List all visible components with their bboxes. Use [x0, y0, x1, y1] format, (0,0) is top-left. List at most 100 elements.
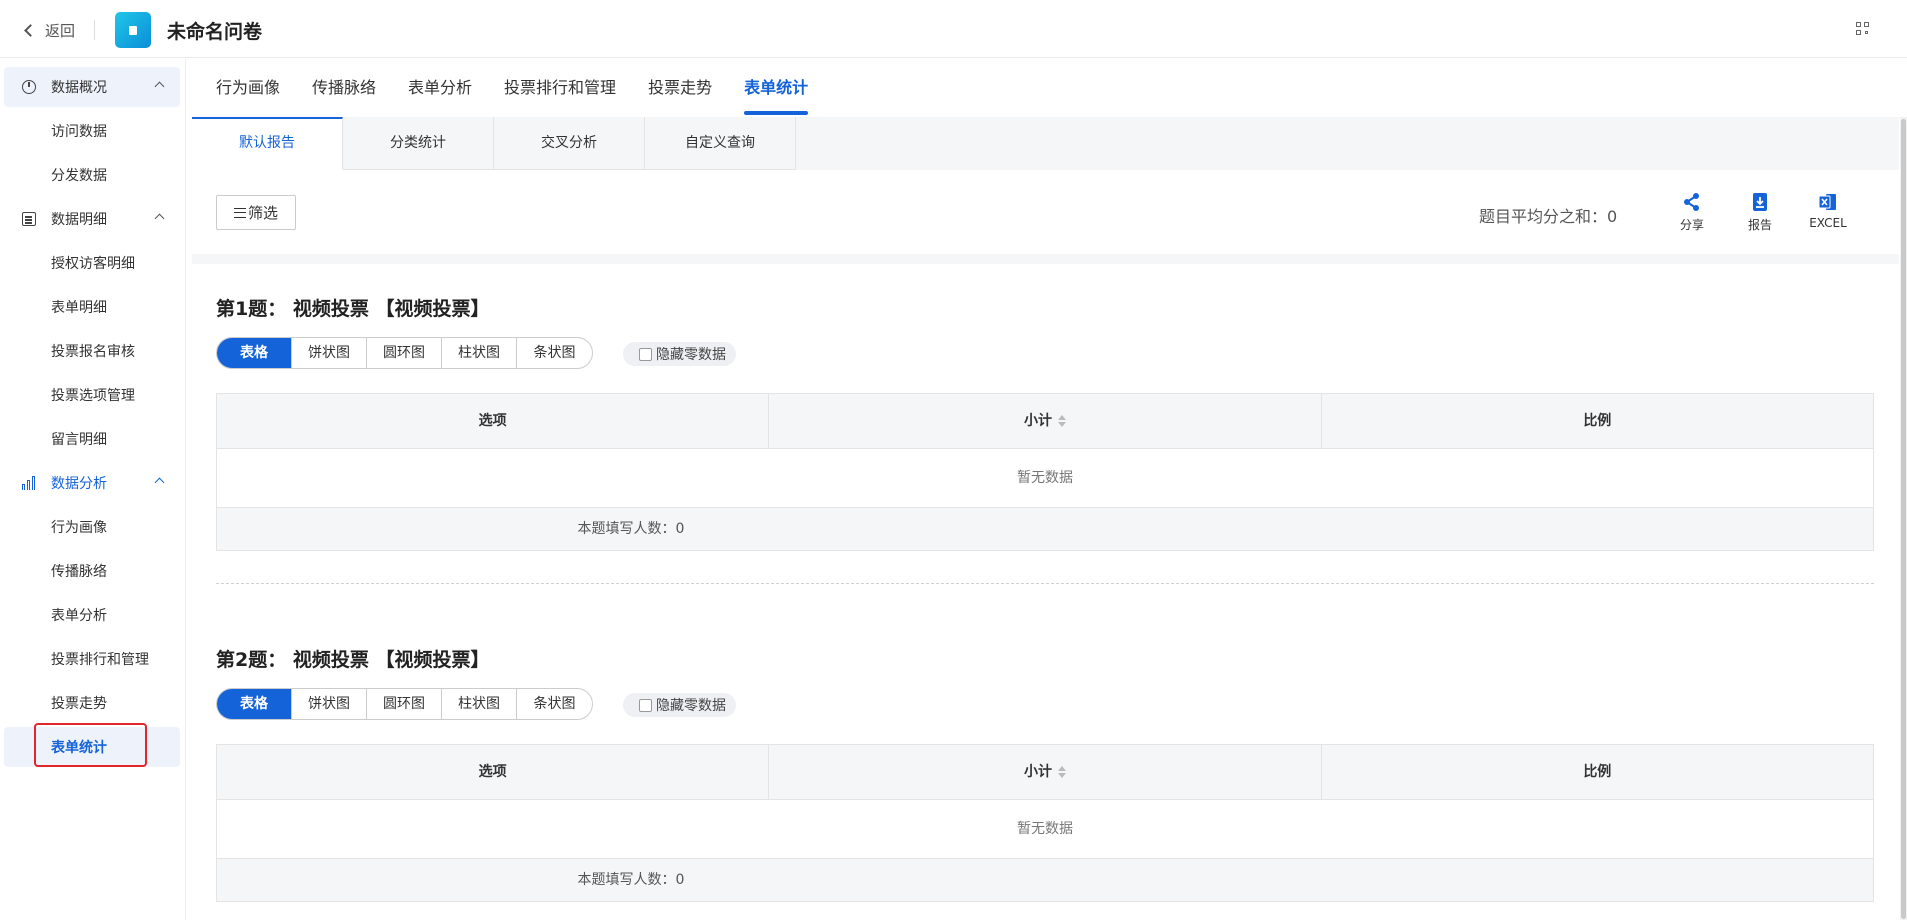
empty-state: 暂无数据 [217, 449, 1873, 508]
view-donut-button[interactable]: 圆环图 [367, 689, 442, 719]
column-header-ratio: 比例 [1583, 413, 1612, 429]
tab-category-stats[interactable]: 分类统计 [343, 117, 494, 170]
chevron-left-icon [24, 24, 37, 37]
filter-label: 筛选 [247, 204, 278, 222]
sidebar-item-propagation[interactable]: 传播脉络 [4, 551, 180, 591]
question-table: 选项 小计 比例 暂无数据 本题填写人数：0 [216, 393, 1874, 551]
excel-export-button[interactable]: EXCEL [1806, 192, 1850, 230]
sidebar-item-label: 表单明细 [51, 300, 107, 316]
sidebar-item-label: 传播脉络 [51, 564, 107, 580]
sidebar-item-authorized-visitors[interactable]: 授权访客明细 [4, 243, 180, 283]
sidebar-item-label: 访问数据 [51, 124, 107, 140]
sidebar-item-label: 投票排行和管理 [51, 652, 149, 668]
sidebar-group-overview[interactable]: 数据概况 [4, 67, 180, 107]
view-table-button[interactable]: 表格 [217, 338, 292, 368]
document-icon [22, 212, 36, 226]
sidebar-item-visit-data[interactable]: 访问数据 [4, 111, 180, 151]
sidebar-item-behavior-profile[interactable]: 行为画像 [4, 507, 180, 547]
hide-zero-toggle[interactable]: 隐藏零数据 [623, 342, 736, 366]
top-bar: 返回 未命名问卷 [0, 0, 1907, 58]
sidebar-item-vote-trend[interactable]: 投票走势 [4, 683, 180, 723]
table-footer: 本题填写人数：0 [217, 859, 1873, 901]
qr-code-icon[interactable] [1856, 22, 1870, 36]
sidebar-group-label: 数据明细 [51, 212, 107, 228]
view-mode-switcher: 表格 饼状图 圆环图 柱状图 条状图 [216, 688, 593, 720]
menu-icon [233, 207, 246, 218]
hide-zero-checkbox[interactable] [639, 347, 652, 361]
sidebar-item-vote-option-management[interactable]: 投票选项管理 [4, 375, 180, 415]
report-download-icon [1753, 193, 1767, 211]
excel-label: EXCEL [1809, 216, 1847, 230]
sidebar-group-label: 数据分析 [51, 476, 107, 492]
view-bar-button[interactable]: 条状图 [517, 689, 592, 719]
sidebar-group-label: 数据概况 [51, 80, 107, 96]
tab-vote-ranking[interactable]: 投票排行和管理 [504, 59, 616, 117]
hide-zero-toggle[interactable]: 隐藏零数据 [623, 693, 736, 717]
question-divider [216, 583, 1874, 584]
scrollbar-thumb[interactable] [1901, 119, 1906, 919]
filter-button[interactable]: 筛选 [216, 195, 296, 230]
sidebar-item-label: 投票走势 [51, 696, 107, 712]
share-icon [1684, 193, 1699, 211]
report-label: 报告 [1747, 218, 1772, 232]
sort-icon[interactable] [1057, 766, 1066, 778]
toolbar: 筛选 题目平均分之和：0 分享 报告 EXCEL [192, 170, 1899, 254]
sidebar-group-analysis[interactable]: 数据分析 [4, 463, 180, 503]
respondent-count: 本题填写人数：0 [577, 872, 685, 888]
view-pie-button[interactable]: 饼状图 [292, 689, 367, 719]
view-pie-button[interactable]: 饼状图 [292, 338, 367, 368]
view-table-button[interactable]: 表格 [217, 689, 292, 719]
report-button[interactable]: 报告 [1738, 192, 1782, 233]
sub-tab-bar: 默认报告 分类统计 交叉分析 自定义查询 [192, 117, 796, 170]
tab-default-report[interactable]: 默认报告 [192, 117, 343, 170]
back-label: 返回 [45, 22, 76, 40]
chevron-up-icon [154, 477, 165, 488]
empty-state: 暂无数据 [217, 800, 1873, 859]
sidebar-item-label: 行为画像 [51, 520, 107, 536]
sidebar-item-label: 表单统计 [51, 740, 107, 756]
sidebar-item-label: 表单分析 [51, 608, 107, 624]
sidebar-item-comments[interactable]: 留言明细 [4, 419, 180, 459]
table-footer: 本题填写人数：0 [217, 508, 1873, 550]
sidebar-group-details[interactable]: 数据明细 [4, 199, 180, 239]
sidebar-item-label: 投票选项管理 [51, 388, 135, 404]
back-button[interactable]: 返回 [24, 20, 76, 41]
view-column-button[interactable]: 柱状图 [442, 338, 517, 368]
view-column-button[interactable]: 柱状图 [442, 689, 517, 719]
column-header-subtotal[interactable]: 小计 [769, 745, 1322, 799]
sidebar-item-form-analysis[interactable]: 表单分析 [4, 595, 180, 635]
share-button[interactable]: 分享 [1670, 192, 1714, 233]
table-header: 选项 小计 比例 [217, 745, 1873, 800]
tab-cross-analysis[interactable]: 交叉分析 [494, 117, 645, 170]
tab-custom-query[interactable]: 自定义查询 [645, 117, 796, 170]
tab-behavior-profile[interactable]: 行为画像 [216, 59, 280, 117]
tab-form-statistics[interactable]: 表单统计 [744, 59, 809, 117]
column-header-ratio: 比例 [1583, 764, 1612, 780]
sidebar-item-label: 授权访客明细 [51, 256, 135, 272]
sidebar-item-distribution-data[interactable]: 分发数据 [4, 155, 180, 195]
main-tab-bar: 行为画像 传播脉络 表单分析 投票排行和管理 投票走势 表单统计 [192, 59, 840, 117]
section-gap [192, 254, 1899, 264]
share-label: 分享 [1679, 218, 1704, 232]
tab-vote-trend[interactable]: 投票走势 [648, 59, 712, 117]
column-header-subtotal[interactable]: 小计 [769, 394, 1322, 448]
app-logo [115, 12, 151, 48]
sidebar-item-form-details[interactable]: 表单明细 [4, 287, 180, 327]
view-donut-button[interactable]: 圆环图 [367, 338, 442, 368]
excel-icon [1818, 194, 1836, 210]
questions-panel: 第1题： 视频投票 【视频投票】 表格 饼状图 圆环图 柱状图 条状图 隐藏零数… [192, 264, 1899, 920]
sidebar-item-label: 投票报名审核 [51, 344, 135, 360]
question-table: 选项 小计 比例 暂无数据 本题填写人数：0 [216, 744, 1874, 902]
tab-form-analysis[interactable]: 表单分析 [408, 59, 472, 117]
pie-chart-icon [22, 80, 36, 94]
tab-propagation[interactable]: 传播脉络 [312, 59, 376, 117]
sidebar-item-label: 分发数据 [51, 168, 107, 184]
question-title: 第2题： 视频投票 【视频投票】 [216, 649, 490, 671]
sort-icon[interactable] [1057, 415, 1066, 427]
chevron-up-icon [154, 213, 165, 224]
sidebar-item-form-statistics[interactable]: 表单统计 [4, 727, 180, 767]
sidebar-item-vote-ranking[interactable]: 投票排行和管理 [4, 639, 180, 679]
view-bar-button[interactable]: 条状图 [517, 338, 592, 368]
sidebar-item-vote-signup-review[interactable]: 投票报名审核 [4, 331, 180, 371]
hide-zero-checkbox[interactable] [639, 698, 652, 712]
